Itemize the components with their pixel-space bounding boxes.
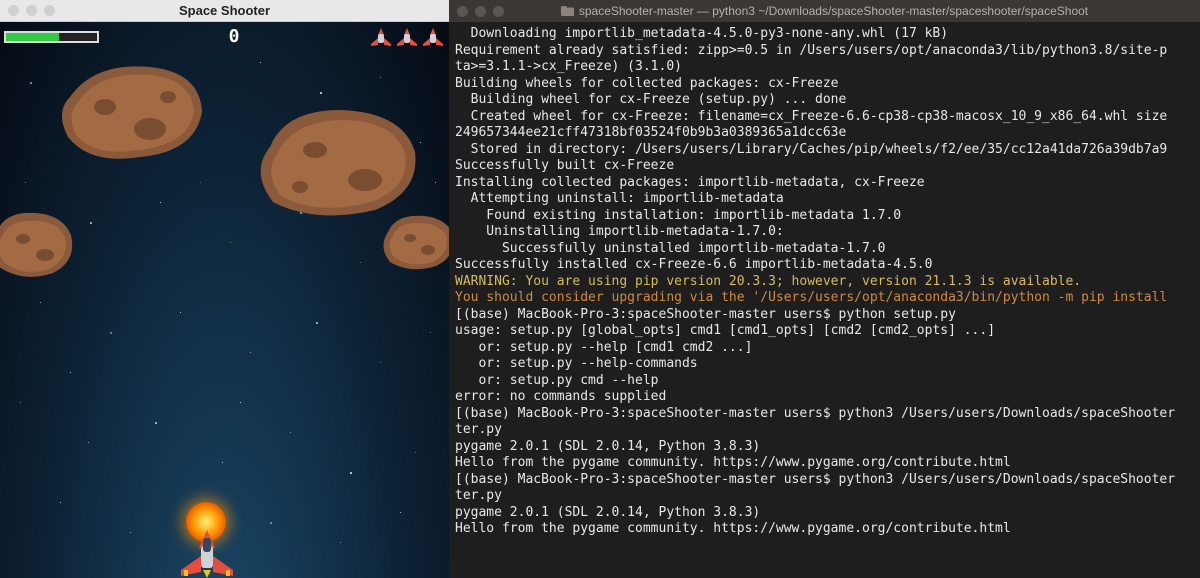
traffic-lights: [457, 6, 504, 17]
terminal-line: Requirement already satisfied: zipp>=0.5…: [455, 43, 1194, 60]
zoom-icon[interactable]: [44, 5, 55, 16]
terminal-line: ter.py: [455, 422, 1194, 439]
close-icon[interactable]: [8, 5, 19, 16]
terminal-line: or: setup.py --help [cmd1 cmd2 ...]: [455, 340, 1194, 357]
terminal-output[interactable]: Downloading importlib_metadata-4.5.0-py3…: [449, 22, 1200, 578]
player-ship[interactable]: [175, 528, 239, 578]
terminal-line: Building wheels for collected packages: …: [455, 76, 1194, 93]
terminal-line: Found existing installation: importlib-m…: [455, 208, 1194, 225]
zoom-icon[interactable]: [493, 6, 504, 17]
game-window: Space Shooter 0: [0, 0, 449, 578]
terminal-line: Installing collected packages: importlib…: [455, 175, 1194, 192]
terminal-line: or: setup.py --help-commands: [455, 356, 1194, 373]
minimize-icon[interactable]: [475, 6, 486, 17]
game-canvas[interactable]: 0: [0, 22, 449, 578]
meteor: [378, 212, 449, 272]
terminal-line: [(base) MacBook-Pro-3:spaceShooter-maste…: [455, 307, 1194, 324]
terminal-line: [(base) MacBook-Pro-3:spaceShooter-maste…: [455, 406, 1194, 423]
terminal-line: Building wheel for cx-Freeze (setup.py) …: [455, 92, 1194, 109]
terminal-line: ta>=3.1.1->cx_Freeze) (3.1.0): [455, 59, 1194, 76]
meteor: [245, 102, 425, 222]
terminal-line: ter.py: [455, 488, 1194, 505]
terminal-window-title: spaceShooter-master — python3 ~/Download…: [449, 4, 1200, 18]
meteor: [50, 57, 210, 167]
terminal-window: spaceShooter-master — python3 ~/Download…: [449, 0, 1200, 578]
terminal-line: Downloading importlib_metadata-4.5.0-py3…: [455, 26, 1194, 43]
terminal-line: Successfully built cx-Freeze: [455, 158, 1194, 175]
terminal-titlebar[interactable]: spaceShooter-master — python3 ~/Download…: [449, 0, 1200, 22]
terminal-line: Uninstalling importlib-metadata-1.7.0:: [455, 224, 1194, 241]
score-display: 0: [99, 26, 369, 47]
meteor: [0, 207, 80, 282]
terminal-line: error: no commands supplied: [455, 389, 1194, 406]
game-titlebar[interactable]: Space Shooter: [0, 0, 449, 22]
terminal-line: Successfully installed cx-Freeze-6.6 imp…: [455, 257, 1194, 274]
terminal-line: Attempting uninstall: importlib-metadata: [455, 191, 1194, 208]
traffic-lights: [8, 5, 55, 16]
terminal-line: or: setup.py cmd --help: [455, 373, 1194, 390]
terminal-line: Created wheel for cx-Freeze: filename=cx…: [455, 109, 1194, 126]
health-bar-fill: [6, 33, 59, 41]
health-bar: [4, 31, 99, 43]
terminal-line: WARNING: You are using pip version 20.3.…: [455, 274, 1194, 291]
terminal-line: Stored in directory: /Users/users/Librar…: [455, 142, 1194, 159]
life-icon: [395, 27, 419, 47]
terminal-line: You should consider upgrading via the '/…: [455, 290, 1194, 307]
terminal-line: Hello from the pygame community. https:/…: [455, 455, 1194, 472]
game-window-title: Space Shooter: [0, 3, 449, 18]
folder-icon: [561, 6, 574, 16]
life-icon: [369, 27, 393, 47]
terminal-line: Hello from the pygame community. https:/…: [455, 521, 1194, 538]
close-icon[interactable]: [457, 6, 468, 17]
terminal-line: 249657344ee21cff47318bf03524f0b9b3a03893…: [455, 125, 1194, 142]
terminal-line: Successfully uninstalled importlib-metad…: [455, 241, 1194, 258]
minimize-icon[interactable]: [26, 5, 37, 16]
terminal-title-text: spaceShooter-master — python3 ~/Download…: [579, 4, 1088, 18]
lives-display: [369, 27, 445, 47]
terminal-line: pygame 2.0.1 (SDL 2.0.14, Python 3.8.3): [455, 439, 1194, 456]
hud: 0: [4, 26, 445, 47]
life-icon: [421, 27, 445, 47]
terminal-line: [(base) MacBook-Pro-3:spaceShooter-maste…: [455, 472, 1194, 489]
terminal-line: usage: setup.py [global_opts] cmd1 [cmd1…: [455, 323, 1194, 340]
terminal-line: pygame 2.0.1 (SDL 2.0.14, Python 3.8.3): [455, 505, 1194, 522]
